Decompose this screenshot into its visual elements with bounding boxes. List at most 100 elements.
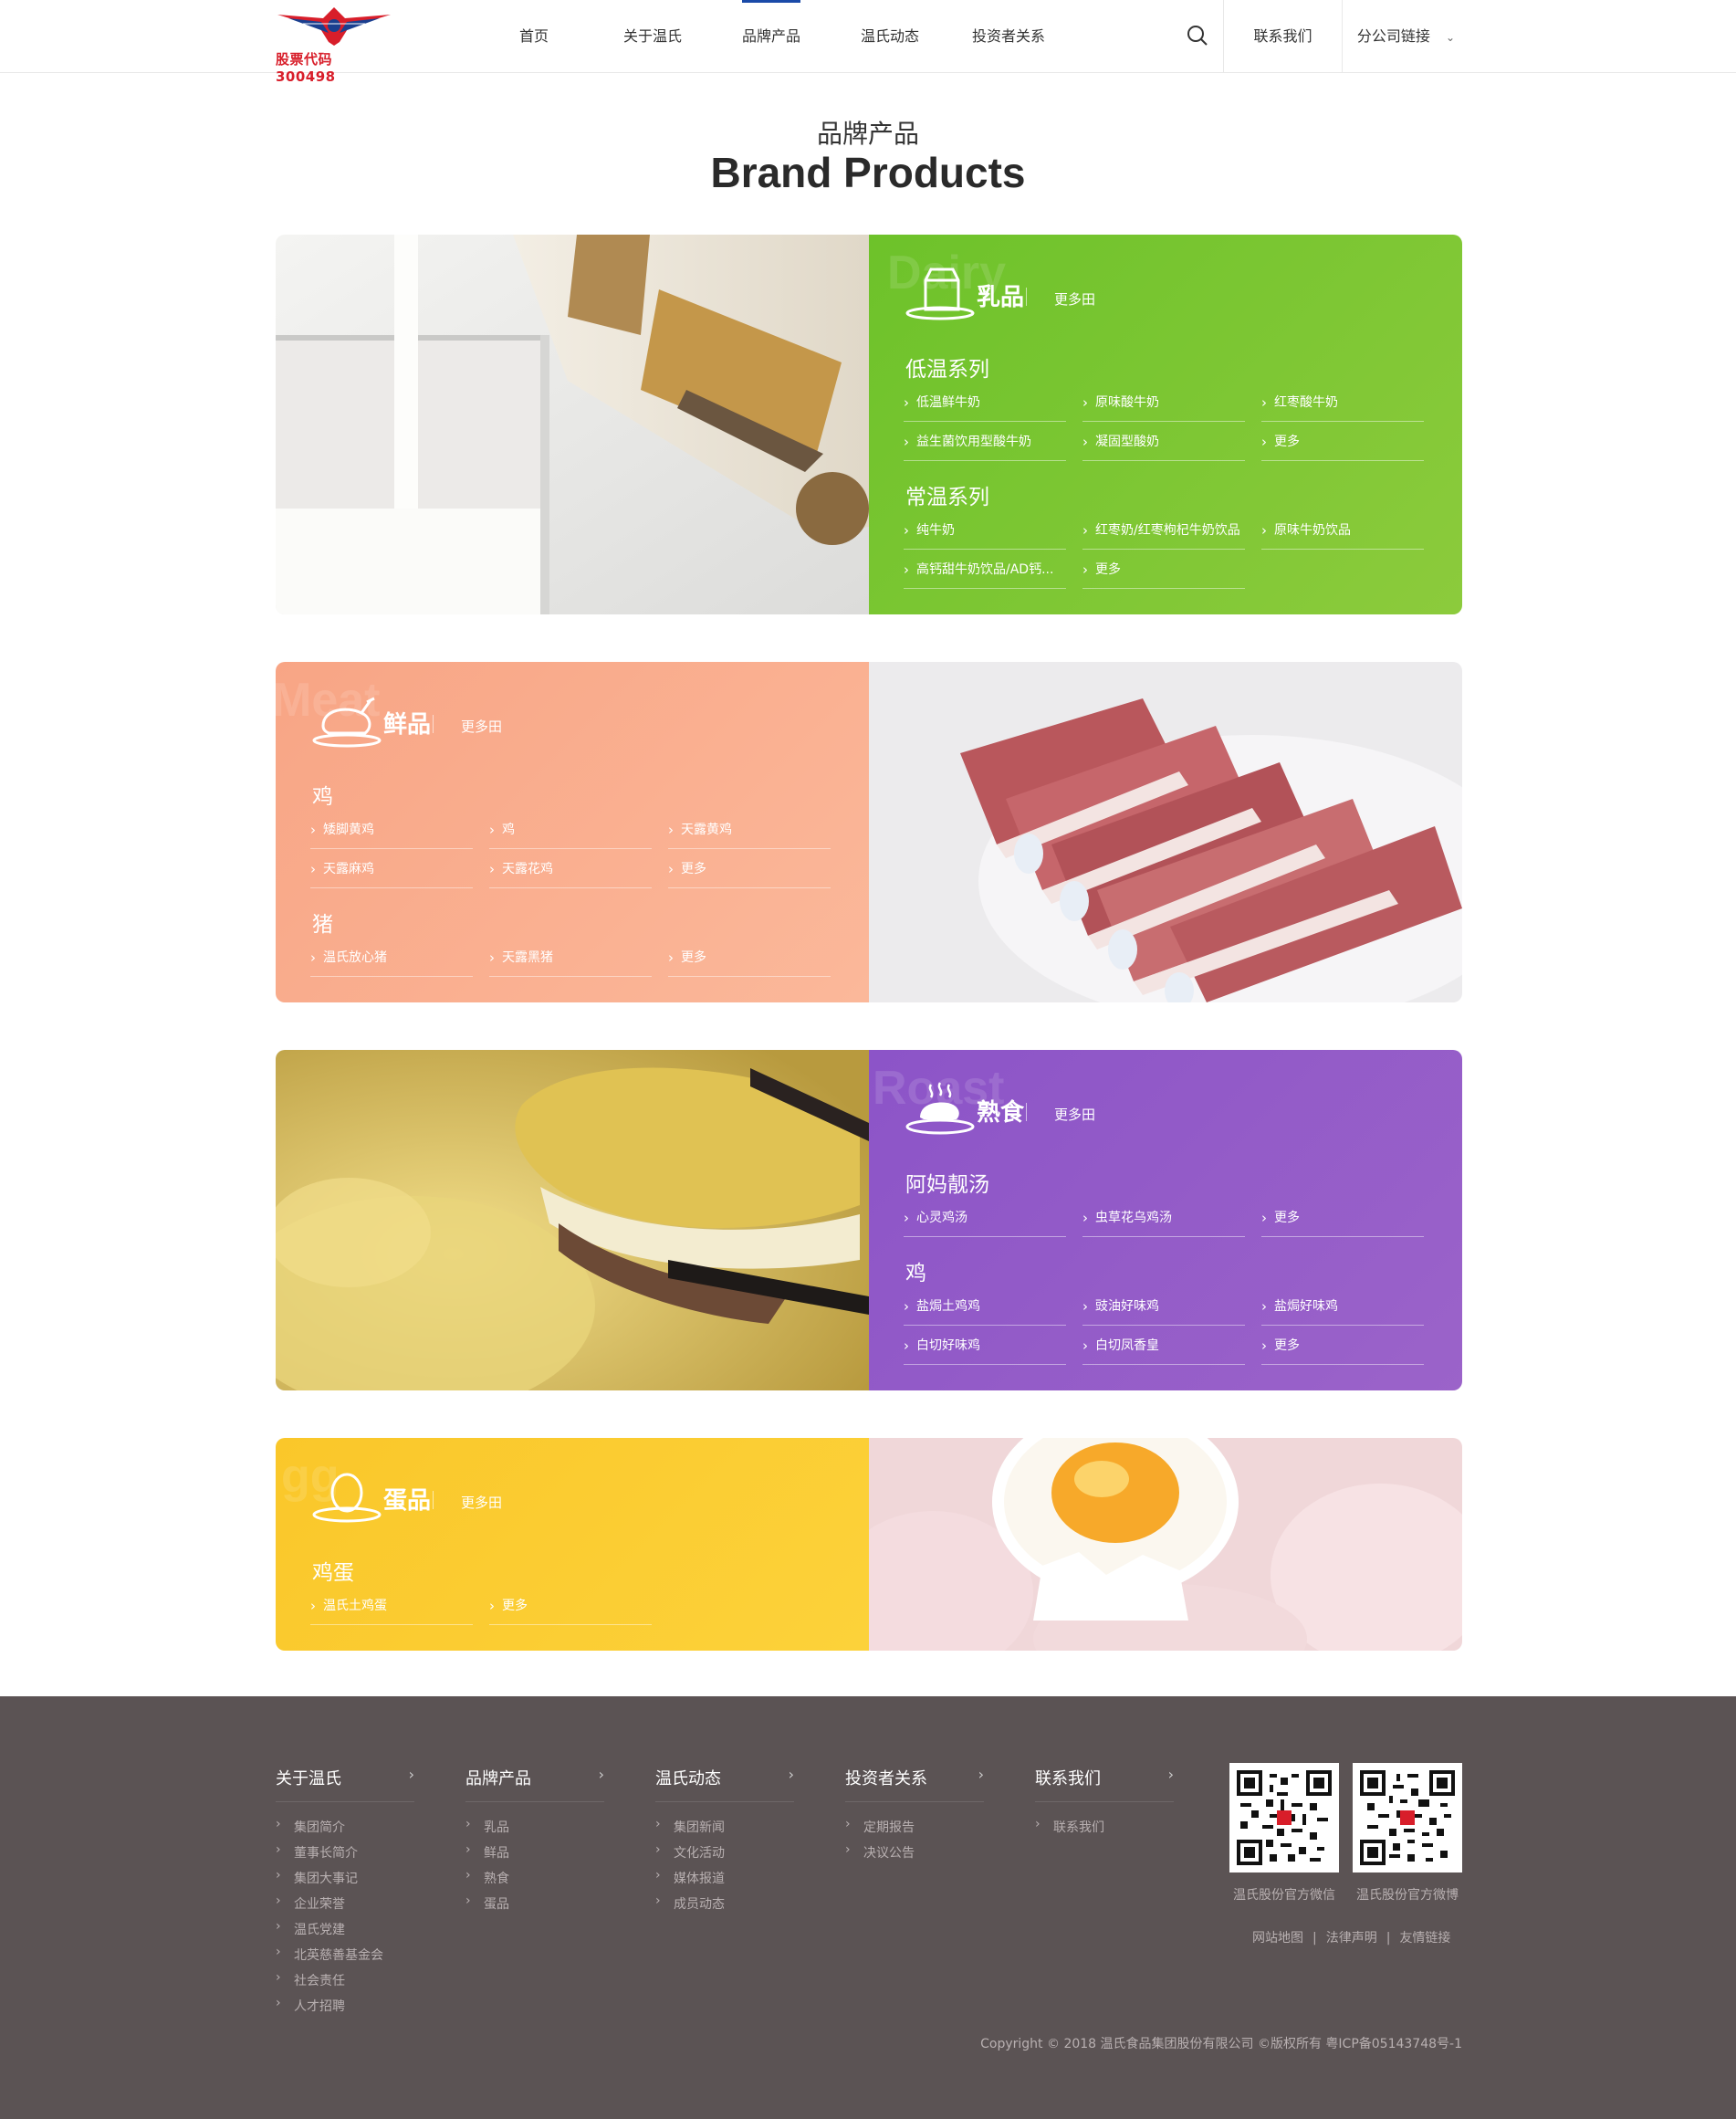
fresh-series-title: 鸡 xyxy=(312,785,333,809)
footer-link[interactable]: 文化活动 xyxy=(655,1842,725,1862)
footer-link[interactable]: 社会责任 xyxy=(276,1970,345,1989)
product-link[interactable]: 温氏放心猪 xyxy=(310,939,473,977)
product-link[interactable]: 白切好味鸡 xyxy=(904,1327,1066,1365)
search-icon[interactable] xyxy=(1187,25,1208,47)
branch-label: 分公司链接 xyxy=(1356,27,1430,45)
cooked-panel: Roast 熟食 更多田 阿妈靓汤 心灵鸡汤 虫草花乌鸡汤 更多 鸡 盐焗土鸡鸡… xyxy=(869,1050,1462,1390)
nav-products[interactable]: 品牌产品 xyxy=(712,0,831,73)
footer-link[interactable]: 蛋品 xyxy=(465,1893,509,1913)
nav-news[interactable]: 温氏动态 xyxy=(831,0,949,73)
pork-ribs-photo[interactable] xyxy=(869,662,1462,1002)
sitemap-link[interactable]: 网站地图 xyxy=(1252,1931,1303,1946)
stock-code: 股票代码 300498 xyxy=(276,51,336,85)
product-link[interactable]: 天露麻鸡 xyxy=(310,850,473,888)
product-link[interactable]: 益生菌饮用型酸牛奶 xyxy=(904,423,1066,461)
fresh-title: 鲜品 xyxy=(383,711,432,739)
cooked-series-title: 阿妈靓汤 xyxy=(905,1173,989,1197)
divider xyxy=(1026,1103,1027,1121)
product-link[interactable]: 心灵鸡汤 xyxy=(904,1199,1066,1237)
more-link[interactable]: 更多 xyxy=(1261,1199,1424,1237)
section-title-en: Brand Products xyxy=(710,149,1026,196)
cooked-more-link[interactable]: 更多田 xyxy=(1054,1105,1095,1124)
footer-link[interactable]: 温氏党建 xyxy=(276,1919,345,1938)
nav-investors[interactable]: 投资者关系 xyxy=(949,0,1068,73)
product-link[interactable]: 豉油好味鸡 xyxy=(1082,1287,1245,1326)
product-link[interactable]: 鸡 xyxy=(489,811,652,849)
product-link[interactable]: 凝固型酸奶 xyxy=(1082,423,1245,461)
footer-link[interactable]: 成员动态 xyxy=(655,1893,725,1913)
footer-col-title: 关于温氏 xyxy=(276,1769,341,1789)
more-link[interactable]: 更多 xyxy=(668,850,831,888)
branch-dropdown[interactable]: 分公司链接 ⌄ xyxy=(1342,0,1469,73)
product-link[interactable]: 天露黑猪 xyxy=(489,939,652,977)
product-link[interactable]: 纯牛奶 xyxy=(904,511,1066,550)
product-link[interactable]: 原味牛奶饮品 xyxy=(1261,511,1424,550)
footer-link[interactable]: 人才招聘 xyxy=(276,1996,345,2015)
product-link[interactable]: 虫草花乌鸡汤 xyxy=(1082,1199,1245,1237)
footer-col-header[interactable]: 关于温氏 › xyxy=(276,1766,414,1802)
footer-link[interactable]: 决议公告 xyxy=(845,1842,915,1862)
dairy-series-title: 低温系列 xyxy=(905,358,989,382)
nav-about[interactable]: 关于温氏 xyxy=(593,0,712,73)
more-link[interactable]: 更多 xyxy=(1261,423,1424,461)
footer-link[interactable]: 集团新闻 xyxy=(655,1817,725,1836)
footer-link[interactable]: 北英慈善基金会 xyxy=(276,1945,383,1964)
product-link[interactable]: 矮脚黄鸡 xyxy=(310,811,473,849)
fresh-series-title: 猪 xyxy=(312,913,333,937)
footer-link[interactable]: 鲜品 xyxy=(465,1842,509,1862)
footer-link[interactable]: 董事长简介 xyxy=(276,1842,358,1862)
contact-link[interactable]: 联系我们 xyxy=(1223,0,1342,73)
dairy-more-link[interactable]: 更多田 xyxy=(1054,289,1095,309)
product-link[interactable]: 高钙甜牛奶饮品/AD钙... xyxy=(904,551,1066,589)
footer-link[interactable]: 媒体报道 xyxy=(655,1868,725,1887)
footer-link[interactable]: 企业荣誉 xyxy=(276,1893,345,1913)
footer-col-header[interactable]: 联系我们 › xyxy=(1035,1766,1174,1802)
footer-link[interactable]: 集团大事记 xyxy=(276,1868,358,1887)
product-link[interactable]: 盐焗土鸡鸡 xyxy=(904,1287,1066,1326)
product-link[interactable]: 天露花鸡 xyxy=(489,850,652,888)
egg-series-title: 鸡蛋 xyxy=(312,1561,354,1585)
section-title-cn: 品牌产品 xyxy=(816,119,919,149)
product-link[interactable]: 低温鲜牛奶 xyxy=(904,383,1066,422)
fresh-panel: Meat 鲜品 更多田 鸡 矮脚黄鸡 鸡 天露黄鸡 天露麻鸡 天露花鸡 更多 猪… xyxy=(276,662,869,1002)
egg-more-link[interactable]: 更多田 xyxy=(461,1493,502,1512)
product-link[interactable]: 盐焗好味鸡 xyxy=(1261,1287,1424,1326)
cooked-chicken-photo[interactable] xyxy=(276,1050,869,1390)
chevron-right-icon: › xyxy=(1167,1766,1174,1783)
product-block-egg: gg 蛋品 更多田 鸡蛋 温氏土鸡蛋 更多 xyxy=(276,1438,1462,1651)
footer-link[interactable]: 联系我们 xyxy=(1035,1817,1104,1836)
product-link[interactable]: 红枣奶/红枣枸杞牛奶饮品 xyxy=(1082,511,1245,550)
product-link[interactable]: 红枣酸牛奶 xyxy=(1261,383,1424,422)
product-link[interactable]: 天露黄鸡 xyxy=(668,811,831,849)
more-link[interactable]: 更多 xyxy=(1261,1327,1424,1365)
product-block-cooked: Roast 熟食 更多田 阿妈靓汤 心灵鸡汤 虫草花乌鸡汤 更多 鸡 盐焗土鸡鸡… xyxy=(276,1050,1462,1390)
product-link[interactable]: 白切凤香皇 xyxy=(1082,1327,1245,1365)
fresh-more-link[interactable]: 更多田 xyxy=(461,717,502,736)
egg-title: 蛋品 xyxy=(383,1487,432,1515)
footer-link[interactable]: 乳品 xyxy=(465,1817,509,1836)
weibo-qr-code xyxy=(1353,1763,1462,1872)
more-link[interactable]: 更多 xyxy=(489,1587,652,1625)
chevron-right-icon: › xyxy=(598,1766,604,1783)
friend-links[interactable]: 友情链接 xyxy=(1399,1931,1450,1946)
chevron-right-icon: › xyxy=(978,1766,984,1783)
eggs-photo[interactable] xyxy=(869,1438,1462,1651)
product-link[interactable]: 温氏土鸡蛋 xyxy=(310,1587,473,1625)
divider xyxy=(433,1491,434,1509)
dairy-photo[interactable] xyxy=(276,235,869,614)
legal-link[interactable]: 法律声明 xyxy=(1326,1931,1377,1946)
footer-col-header[interactable]: 投资者关系 › xyxy=(845,1766,984,1802)
more-link[interactable]: 更多 xyxy=(668,939,831,977)
footer-col-header[interactable]: 品牌产品 › xyxy=(465,1766,604,1802)
wechat-qr-code xyxy=(1229,1763,1339,1872)
nav-home[interactable]: 首页 xyxy=(475,0,593,73)
company-logo[interactable]: 股票代码 300498 xyxy=(276,5,392,85)
more-link[interactable]: 更多 xyxy=(1082,551,1245,589)
divider xyxy=(433,715,434,733)
footer-link[interactable]: 定期报告 xyxy=(845,1817,915,1836)
footer-col-title: 温氏动态 xyxy=(655,1769,721,1789)
footer-link[interactable]: 集团简介 xyxy=(276,1817,345,1836)
product-link[interactable]: 原味酸牛奶 xyxy=(1082,383,1245,422)
footer-link[interactable]: 熟食 xyxy=(465,1868,509,1887)
footer-col-header[interactable]: 温氏动态 › xyxy=(655,1766,794,1802)
